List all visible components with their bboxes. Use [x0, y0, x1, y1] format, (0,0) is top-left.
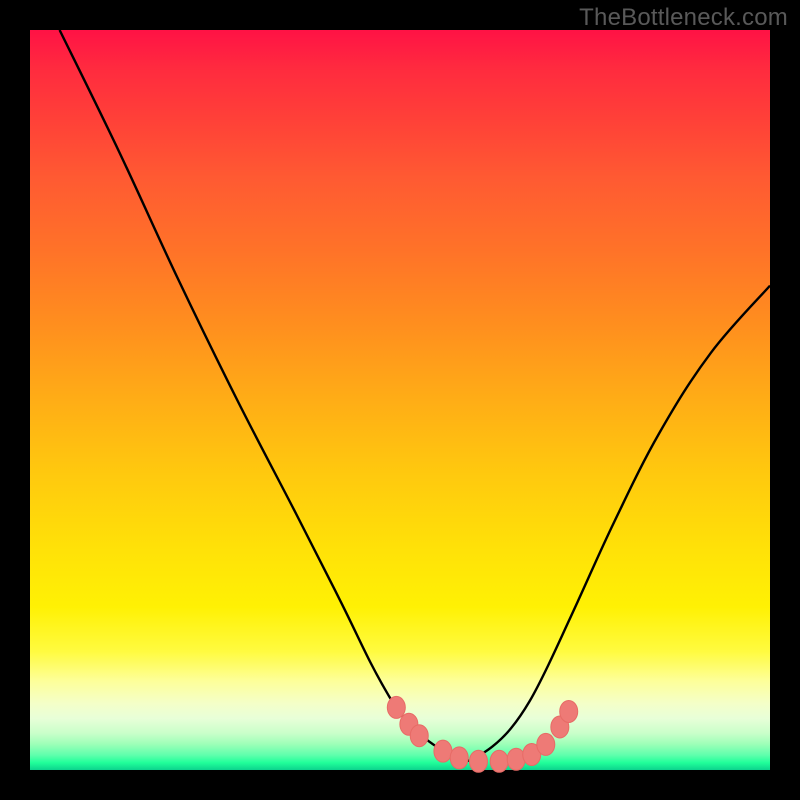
curve-marker: [537, 733, 555, 755]
curve-marker: [450, 747, 468, 769]
curve-marker: [434, 740, 452, 762]
chart-frame: TheBottleneck.com: [0, 0, 800, 800]
curve-marker: [507, 748, 525, 770]
curve-marker: [410, 725, 428, 747]
curve-marker: [560, 700, 578, 722]
curve-marker: [469, 750, 487, 772]
curve-layer: [30, 30, 770, 770]
left-curve: [60, 30, 471, 761]
markers: [387, 696, 577, 772]
curve-marker: [490, 750, 508, 772]
right-curve: [470, 286, 770, 762]
watermark-text: TheBottleneck.com: [579, 4, 788, 32]
curve-marker: [387, 696, 405, 718]
plot-area: [30, 30, 770, 770]
